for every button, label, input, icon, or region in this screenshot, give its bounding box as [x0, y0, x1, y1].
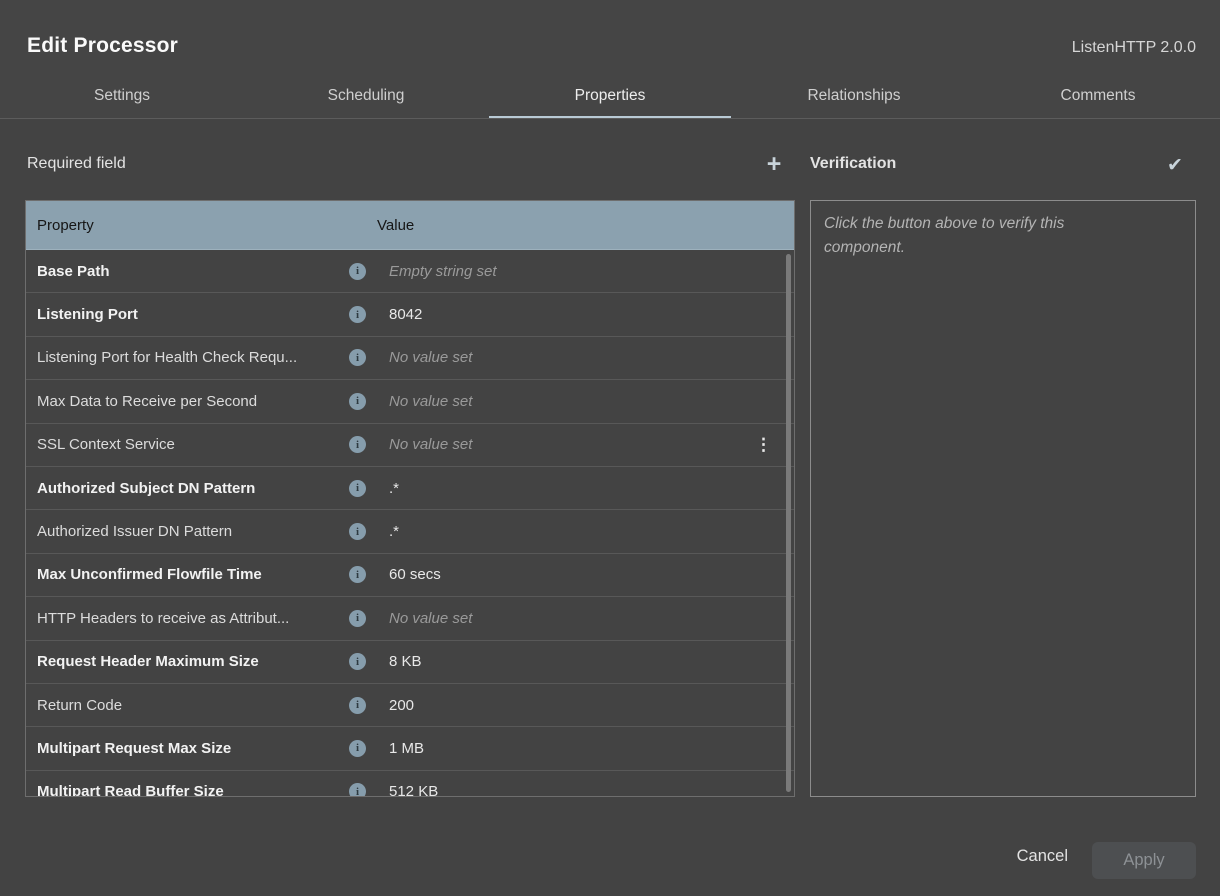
- property-row[interactable]: Listening Port for Health Check Requ...i…: [26, 337, 794, 380]
- check-icon: ✔: [1167, 154, 1183, 177]
- property-row[interactable]: Max Unconfirmed Flowfile Timei 60 secs: [26, 554, 794, 597]
- property-row[interactable]: Base Pathi Empty string set: [26, 250, 794, 293]
- processor-version: ListenHTTP 2.0.0: [1072, 39, 1196, 57]
- info-icon[interactable]: i: [349, 653, 366, 670]
- property-value[interactable]: No value set: [377, 349, 794, 366]
- info-cell: i: [349, 653, 377, 670]
- property-value[interactable]: 60 secs: [377, 566, 794, 583]
- edit-processor-dialog: Edit Processor ListenHTTP 2.0.0 Settings…: [0, 0, 1220, 896]
- property-name: HTTP Headers to receive as Attribut...: [37, 610, 349, 627]
- property-value[interactable]: 8042: [377, 306, 794, 323]
- info-icon[interactable]: i: [349, 263, 366, 280]
- property-value[interactable]: 200: [377, 697, 794, 714]
- tab-properties[interactable]: Properties: [488, 74, 732, 118]
- info-cell: i: [349, 523, 377, 540]
- apply-button[interactable]: Apply: [1092, 842, 1196, 879]
- info-icon[interactable]: i: [349, 697, 366, 714]
- info-cell: i: [349, 740, 377, 757]
- property-name: SSL Context Service: [37, 436, 349, 453]
- verify-properties-button[interactable]: ✔: [1160, 150, 1190, 180]
- info-icon[interactable]: i: [349, 610, 366, 627]
- plus-icon: +: [767, 150, 782, 179]
- property-row[interactable]: HTTP Headers to receive as Attribut...iN…: [26, 597, 794, 640]
- property-row[interactable]: SSL Context Servicei No value set⋮: [26, 424, 794, 467]
- verification-results-panel: Click the button above to verify this co…: [810, 200, 1196, 797]
- property-name: Multipart Read Buffer Size: [37, 783, 349, 797]
- verification-message: Click the button above to verify this co…: [824, 212, 1134, 260]
- property-value[interactable]: No value set: [377, 436, 755, 453]
- info-cell: i: [349, 566, 377, 583]
- info-icon[interactable]: i: [349, 523, 366, 540]
- property-row[interactable]: Multipart Read Buffer Sizei 512 KB: [26, 771, 794, 797]
- property-name: Listening Port: [37, 306, 349, 323]
- info-icon[interactable]: i: [349, 349, 366, 366]
- table-scrollbar[interactable]: [786, 254, 791, 792]
- info-cell: i: [349, 436, 377, 453]
- property-name: Authorized Subject DN Pattern: [37, 480, 349, 497]
- dialog-title: Edit Processor: [27, 34, 178, 58]
- property-row[interactable]: Listening Porti 8042: [26, 293, 794, 336]
- property-row[interactable]: Max Data to Receive per Secondi No value …: [26, 380, 794, 423]
- property-row[interactable]: Authorized Subject DN Patterni .*: [26, 467, 794, 510]
- table-header-row: Property Value: [26, 201, 794, 250]
- info-cell: i: [349, 480, 377, 497]
- info-icon[interactable]: i: [349, 436, 366, 453]
- dialog-header: Edit Processor ListenHTTP 2.0.0 Settings…: [0, 0, 1220, 119]
- info-icon[interactable]: i: [349, 783, 366, 797]
- info-icon[interactable]: i: [349, 566, 366, 583]
- info-cell: i: [349, 349, 377, 366]
- property-name: Request Header Maximum Size: [37, 653, 349, 670]
- property-value[interactable]: 1 MB: [377, 740, 794, 757]
- info-icon[interactable]: i: [349, 480, 366, 497]
- property-row[interactable]: Return Codei 200: [26, 684, 794, 727]
- property-row[interactable]: Request Header Maximum Sizei 8 KB: [26, 641, 794, 684]
- add-property-button[interactable]: +: [759, 149, 789, 179]
- property-value[interactable]: 512 KB: [377, 783, 794, 797]
- tab-comments[interactable]: Comments: [976, 74, 1220, 118]
- property-name: Max Data to Receive per Second: [37, 393, 349, 410]
- property-value[interactable]: .*: [377, 480, 794, 497]
- property-value[interactable]: No value set: [377, 610, 794, 627]
- verification-label: Verification: [810, 155, 896, 173]
- property-name: Multipart Request Max Size: [37, 740, 349, 757]
- property-row[interactable]: Authorized Issuer DN Patterni .*: [26, 510, 794, 553]
- row-kebab-menu-icon[interactable]: ⋮: [755, 436, 772, 453]
- property-name: Authorized Issuer DN Pattern: [37, 523, 349, 540]
- property-value[interactable]: No value set: [377, 393, 794, 410]
- table-body: Base PathiEmpty string setListening Port…: [26, 250, 794, 797]
- column-header-property: Property: [37, 217, 377, 234]
- info-icon[interactable]: i: [349, 740, 366, 757]
- info-cell: i: [349, 306, 377, 323]
- info-cell: i: [349, 610, 377, 627]
- info-cell: i: [349, 393, 377, 410]
- info-icon[interactable]: i: [349, 393, 366, 410]
- properties-table: Property Value Base PathiEmpty string se…: [25, 200, 795, 797]
- property-row[interactable]: Multipart Request Max Sizei 1 MB: [26, 727, 794, 770]
- property-name: Listening Port for Health Check Requ...: [37, 349, 349, 366]
- tab-settings[interactable]: Settings: [0, 74, 244, 118]
- info-cell: i: [349, 783, 377, 797]
- property-value[interactable]: Empty string set: [377, 263, 794, 280]
- column-header-value: Value: [377, 217, 794, 234]
- required-field-label: Required field: [27, 155, 126, 173]
- property-name: Return Code: [37, 697, 349, 714]
- property-value[interactable]: .*: [377, 523, 794, 540]
- property-name: Max Unconfirmed Flowfile Time: [37, 566, 349, 583]
- info-cell: i: [349, 697, 377, 714]
- tab-bar: Settings Scheduling Properties Relations…: [0, 74, 1220, 118]
- info-cell: i: [349, 263, 377, 280]
- info-icon[interactable]: i: [349, 306, 366, 323]
- property-value[interactable]: 8 KB: [377, 653, 794, 670]
- tab-relationships[interactable]: Relationships: [732, 74, 976, 118]
- property-name: Base Path: [37, 263, 349, 280]
- tab-scheduling[interactable]: Scheduling: [244, 74, 488, 118]
- cancel-button[interactable]: Cancel: [1017, 847, 1068, 866]
